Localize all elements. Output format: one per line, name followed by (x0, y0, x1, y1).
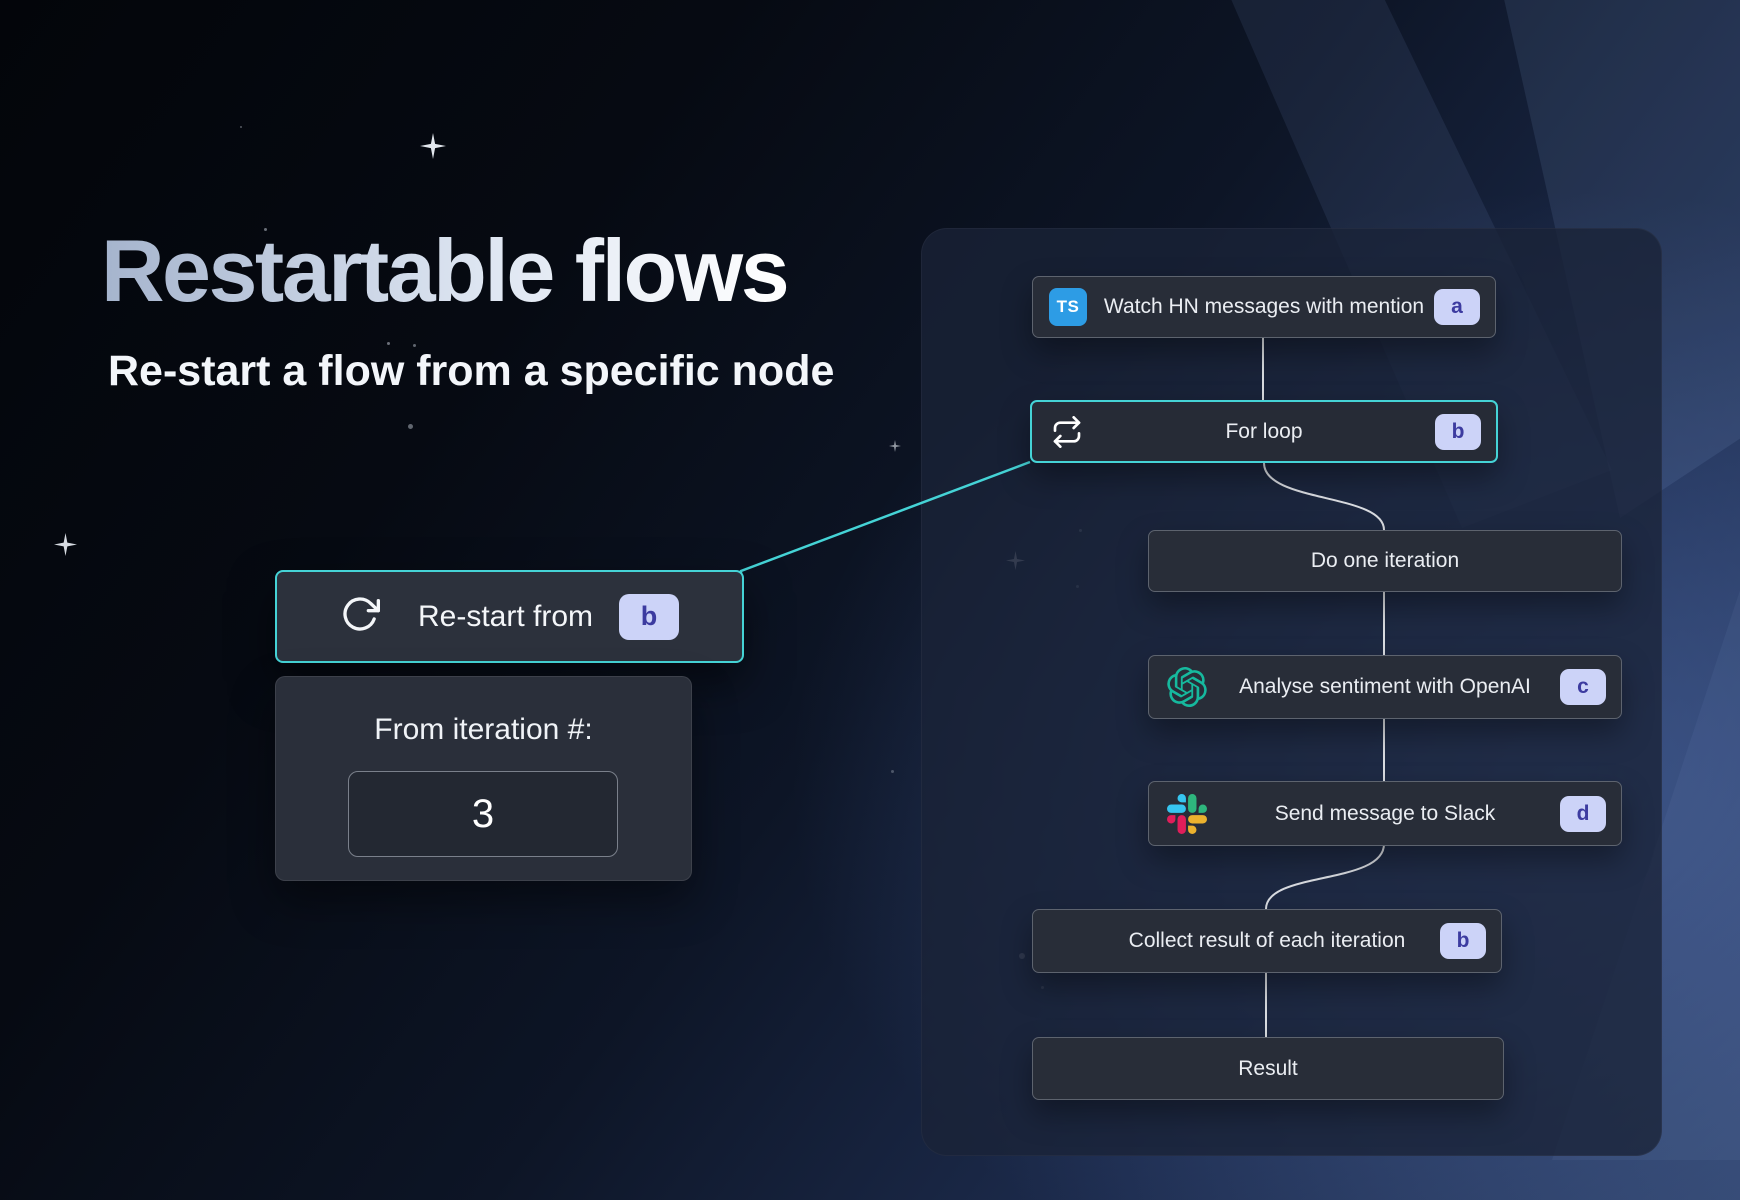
restart-node-badge: b (619, 594, 679, 640)
node-label: Collect result of each iteration (1129, 929, 1406, 953)
flow-node-do-one-iteration[interactable]: Do one iteration (1148, 530, 1622, 592)
node-label: Analyse sentiment with OpenAI (1239, 675, 1531, 699)
flow-node-for-loop[interactable]: For loop b (1030, 400, 1498, 463)
restart-from-node[interactable]: Re-start from b (275, 570, 744, 663)
loop-icon (1050, 416, 1084, 448)
node-badge: c (1560, 669, 1606, 705)
node-label: For loop (1225, 420, 1302, 444)
node-badge: b (1435, 414, 1481, 450)
page-title: Restartable flows (101, 227, 787, 315)
flow-node-collect-result[interactable]: Collect result of each iteration b (1032, 909, 1502, 973)
restart-from-label: Re-start from (418, 600, 593, 634)
flow-node-send-slack[interactable]: Send message to Slack d (1148, 781, 1622, 846)
node-label: Do one iteration (1311, 549, 1459, 573)
refresh-icon (340, 594, 380, 639)
node-badge: b (1440, 923, 1486, 959)
page-subtitle: Re-start a flow from a specific node (108, 350, 834, 393)
node-label: Send message to Slack (1275, 802, 1496, 826)
flow-node-watch-hn[interactable]: TS Watch HN messages with mention a (1032, 276, 1496, 338)
flow-connectors (0, 0, 1740, 1200)
slack-icon (1167, 794, 1207, 834)
iteration-label: From iteration #: (276, 713, 691, 747)
page-background: Restartable flows Re-start a flow from a… (0, 0, 1740, 1200)
node-label: Result (1238, 1057, 1298, 1081)
iteration-panel: From iteration #: (275, 676, 692, 881)
flow-node-result[interactable]: Result (1032, 1037, 1504, 1100)
restart-link-line (741, 462, 1030, 574)
openai-icon (1167, 667, 1207, 707)
node-badge: d (1560, 796, 1606, 832)
iteration-number-input[interactable] (348, 771, 618, 857)
flow-node-analyse-sentiment[interactable]: Analyse sentiment with OpenAI c (1148, 655, 1622, 719)
node-label: Watch HN messages with mention (1104, 295, 1424, 319)
node-badge: a (1434, 289, 1480, 325)
typescript-icon: TS (1049, 288, 1087, 326)
